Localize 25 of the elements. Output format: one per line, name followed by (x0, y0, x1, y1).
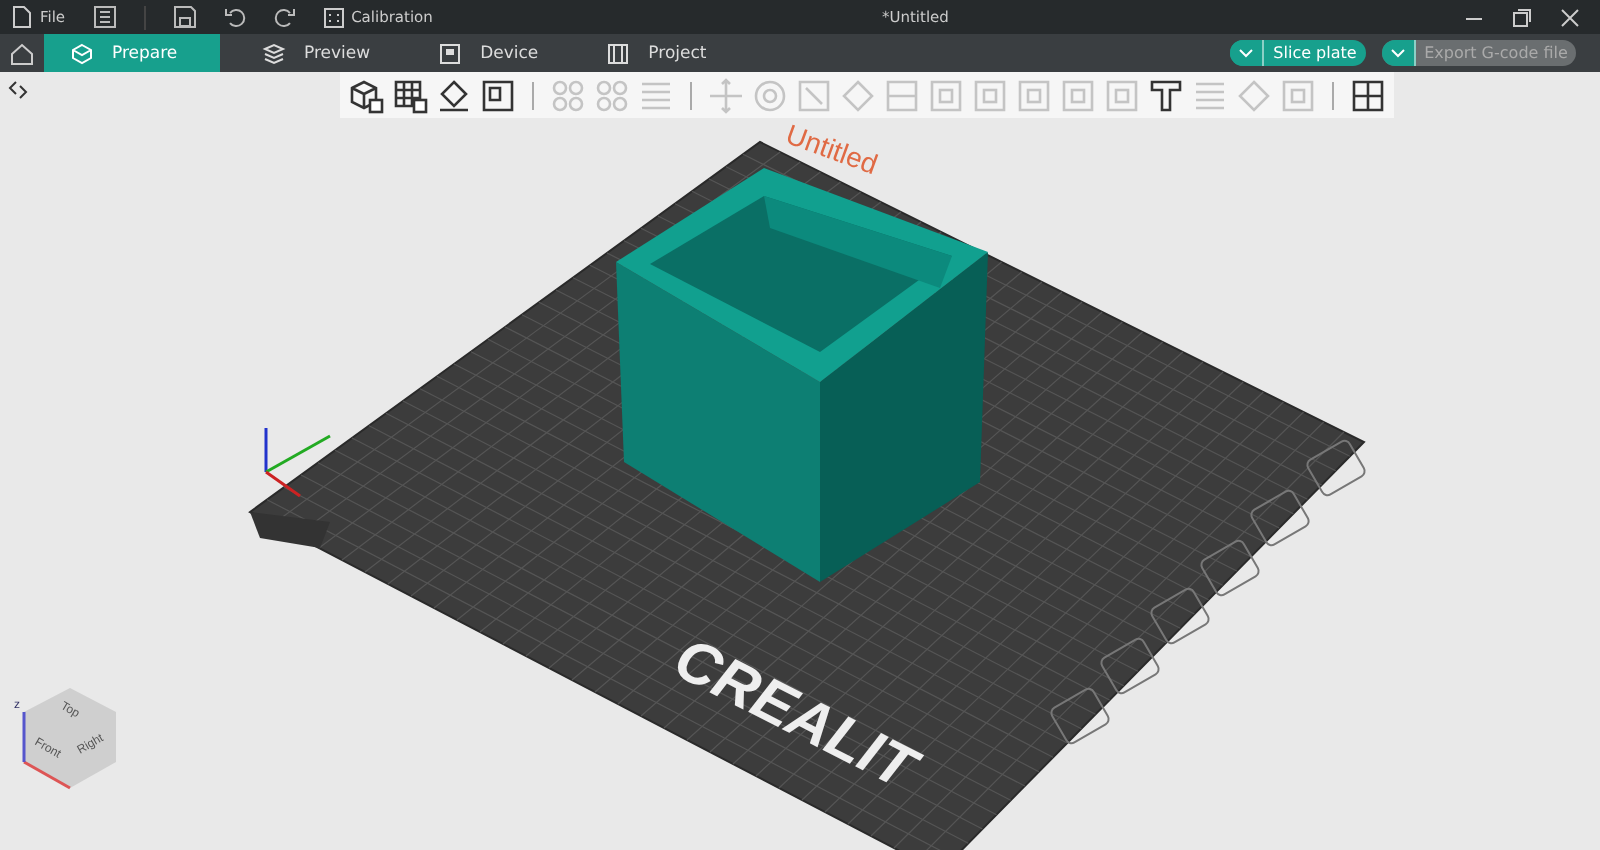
redo-icon[interactable] (273, 6, 296, 28)
close-icon[interactable] (1560, 7, 1580, 27)
add-cube-tool-icon[interactable] (348, 77, 384, 113)
plate-tab (250, 512, 330, 548)
device-icon (438, 41, 463, 65)
home-icon[interactable] (10, 41, 34, 65)
chevron-down-icon (1238, 48, 1254, 58)
calibration-icon (323, 7, 344, 27)
collapse-icon[interactable] (8, 80, 28, 100)
view-cube[interactable] (22, 688, 116, 790)
tab[interactable]: Device (412, 34, 565, 72)
undo-icon[interactable] (223, 6, 246, 28)
file-icon (12, 6, 32, 28)
add-grid-tool-icon[interactable] (392, 77, 428, 113)
text-tool-icon[interactable] (1148, 77, 1184, 113)
tab[interactable]: Preview (236, 34, 397, 72)
restore-icon[interactable] (1512, 7, 1532, 27)
tab[interactable]: Project (580, 34, 733, 72)
chevron-down-icon (1390, 48, 1406, 58)
layers-icon (262, 41, 286, 65)
save-icon[interactable] (173, 6, 196, 28)
document-icon[interactable] (93, 6, 116, 28)
project-icon (606, 41, 631, 65)
cube-icon (70, 41, 94, 65)
axis-drawing (264, 428, 331, 498)
